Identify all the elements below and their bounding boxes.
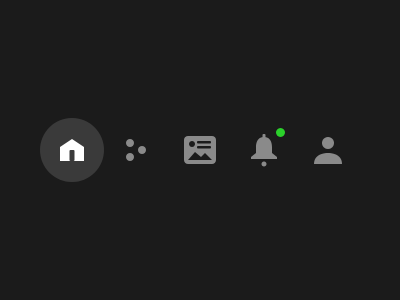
news-card-icon [184,136,216,164]
dots-cluster-icon [126,139,146,161]
nav-item-groups[interactable] [104,118,168,182]
bell-icon [251,134,277,167]
person-icon [314,137,342,164]
notification-badge [276,128,285,137]
nav-item-notifications[interactable] [232,118,296,182]
nav-item-home[interactable] [40,118,104,182]
nav-item-profile[interactable] [296,118,360,182]
home-icon [60,139,84,161]
app-screen [0,0,400,300]
nav-item-news[interactable] [168,118,232,182]
bottom-navigation-bar [0,0,400,300]
